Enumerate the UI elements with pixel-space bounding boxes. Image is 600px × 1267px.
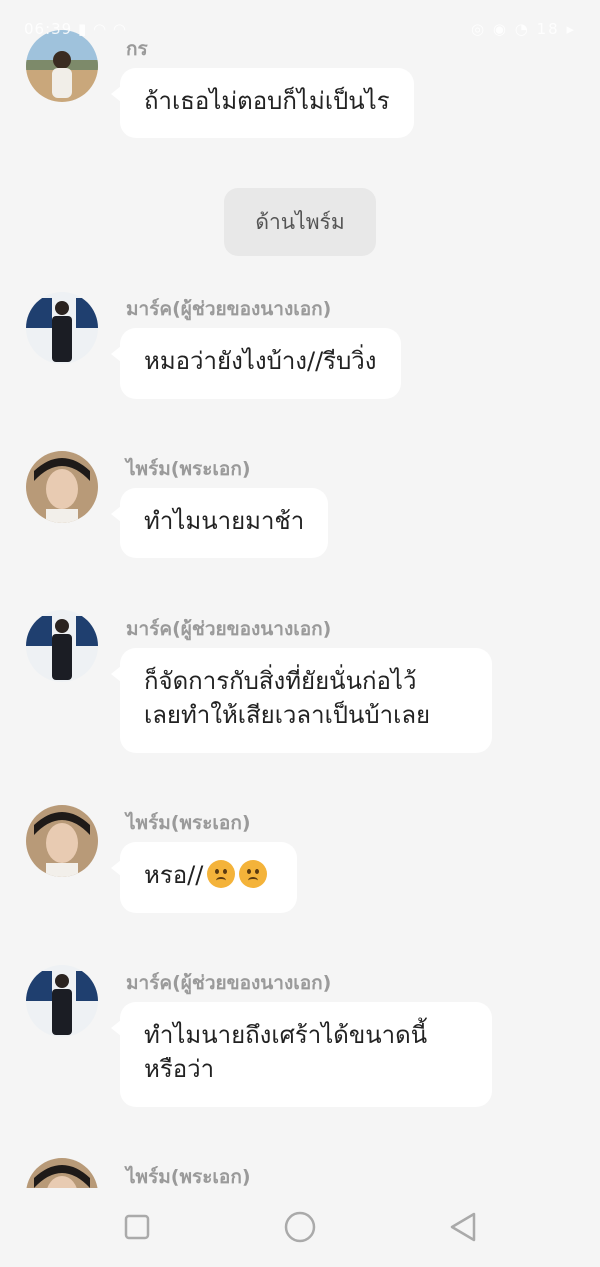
circle-icon[interactable] bbox=[283, 1210, 317, 1244]
message-bubble[interactable]: ทำไมนายมาช้า bbox=[110, 488, 329, 558]
message-line-2: หรือว่า bbox=[144, 1055, 215, 1083]
status-indicators: ◎ ◉ ◔ 18 ▸ bbox=[471, 20, 576, 38]
message-line-1: ทำไมนายถึงเศร้าได้ขนาดนี้ bbox=[144, 1021, 428, 1049]
sender-name: ไพร์ม(พระเอก) bbox=[126, 812, 251, 834]
sender-name: ไพร์ม(พระเอก) bbox=[126, 458, 251, 480]
message-line-1: ก็จัดการกับสิ่งที่ยัยนั่นก่อไว้ bbox=[144, 667, 417, 695]
sender-name: มาร์ค(ผู้ช่วยของนางเอก) bbox=[126, 298, 332, 320]
message-line-2: เลยทำให้เสียเวลาเป็นบ้าเลย bbox=[144, 701, 431, 729]
chat-area[interactable]: กร ถ้าเธอไม่ตอบก็ไม่เป็นไร ด้านไพร์ม มาร… bbox=[0, 0, 600, 1188]
sender-name: มาร์ค(ผู้ช่วยของนางเอก) bbox=[126, 618, 332, 640]
sender-name: ไพร์ม(พระเอก) bbox=[126, 1166, 251, 1188]
message-text: หรอ// bbox=[144, 861, 204, 889]
avatar-prime[interactable] bbox=[26, 1158, 98, 1188]
message-bubble[interactable]: ถ้าเธอไม่ตอบก็ไม่เป็นไร bbox=[111, 68, 414, 138]
avatar-mark[interactable] bbox=[26, 610, 98, 682]
triangle-back-icon[interactable] bbox=[446, 1210, 480, 1244]
message-bubble[interactable]: ก็จัดการกับสิ่งที่ยัยนั่นก่อไว้ เลยทำให้… bbox=[111, 648, 492, 753]
avatar-mark[interactable] bbox=[26, 292, 98, 364]
system-navigation-bar bbox=[0, 1188, 600, 1267]
avatar-prime[interactable] bbox=[26, 805, 98, 877]
status-bar: 06:39 ▮ ◠ ◠ ◎ ◉ ◔ 18 ▸ bbox=[0, 0, 600, 56]
message-bubble[interactable]: หรอ// bbox=[111, 842, 297, 913]
message-bubble[interactable]: หมอว่ายังไงบ้าง//รีบวิ่ง bbox=[111, 328, 401, 399]
square-icon[interactable] bbox=[120, 1210, 154, 1244]
worried-face-emoji-icon bbox=[207, 860, 236, 888]
avatar-mark[interactable] bbox=[26, 965, 98, 1037]
avatar-prime[interactable] bbox=[26, 451, 98, 523]
sender-name: มาร์ค(ผู้ช่วยของนางเอก) bbox=[126, 972, 332, 994]
message-bubble[interactable]: ทำไมนายถึงเศร้าได้ขนาดนี้ หรือว่า bbox=[111, 1002, 492, 1107]
scene-narration-chip: ด้านไพร์ม bbox=[224, 188, 376, 256]
status-time: 06:39 ▮ ◠ ◠ bbox=[24, 20, 127, 38]
worried-face-emoji-icon bbox=[239, 860, 268, 888]
